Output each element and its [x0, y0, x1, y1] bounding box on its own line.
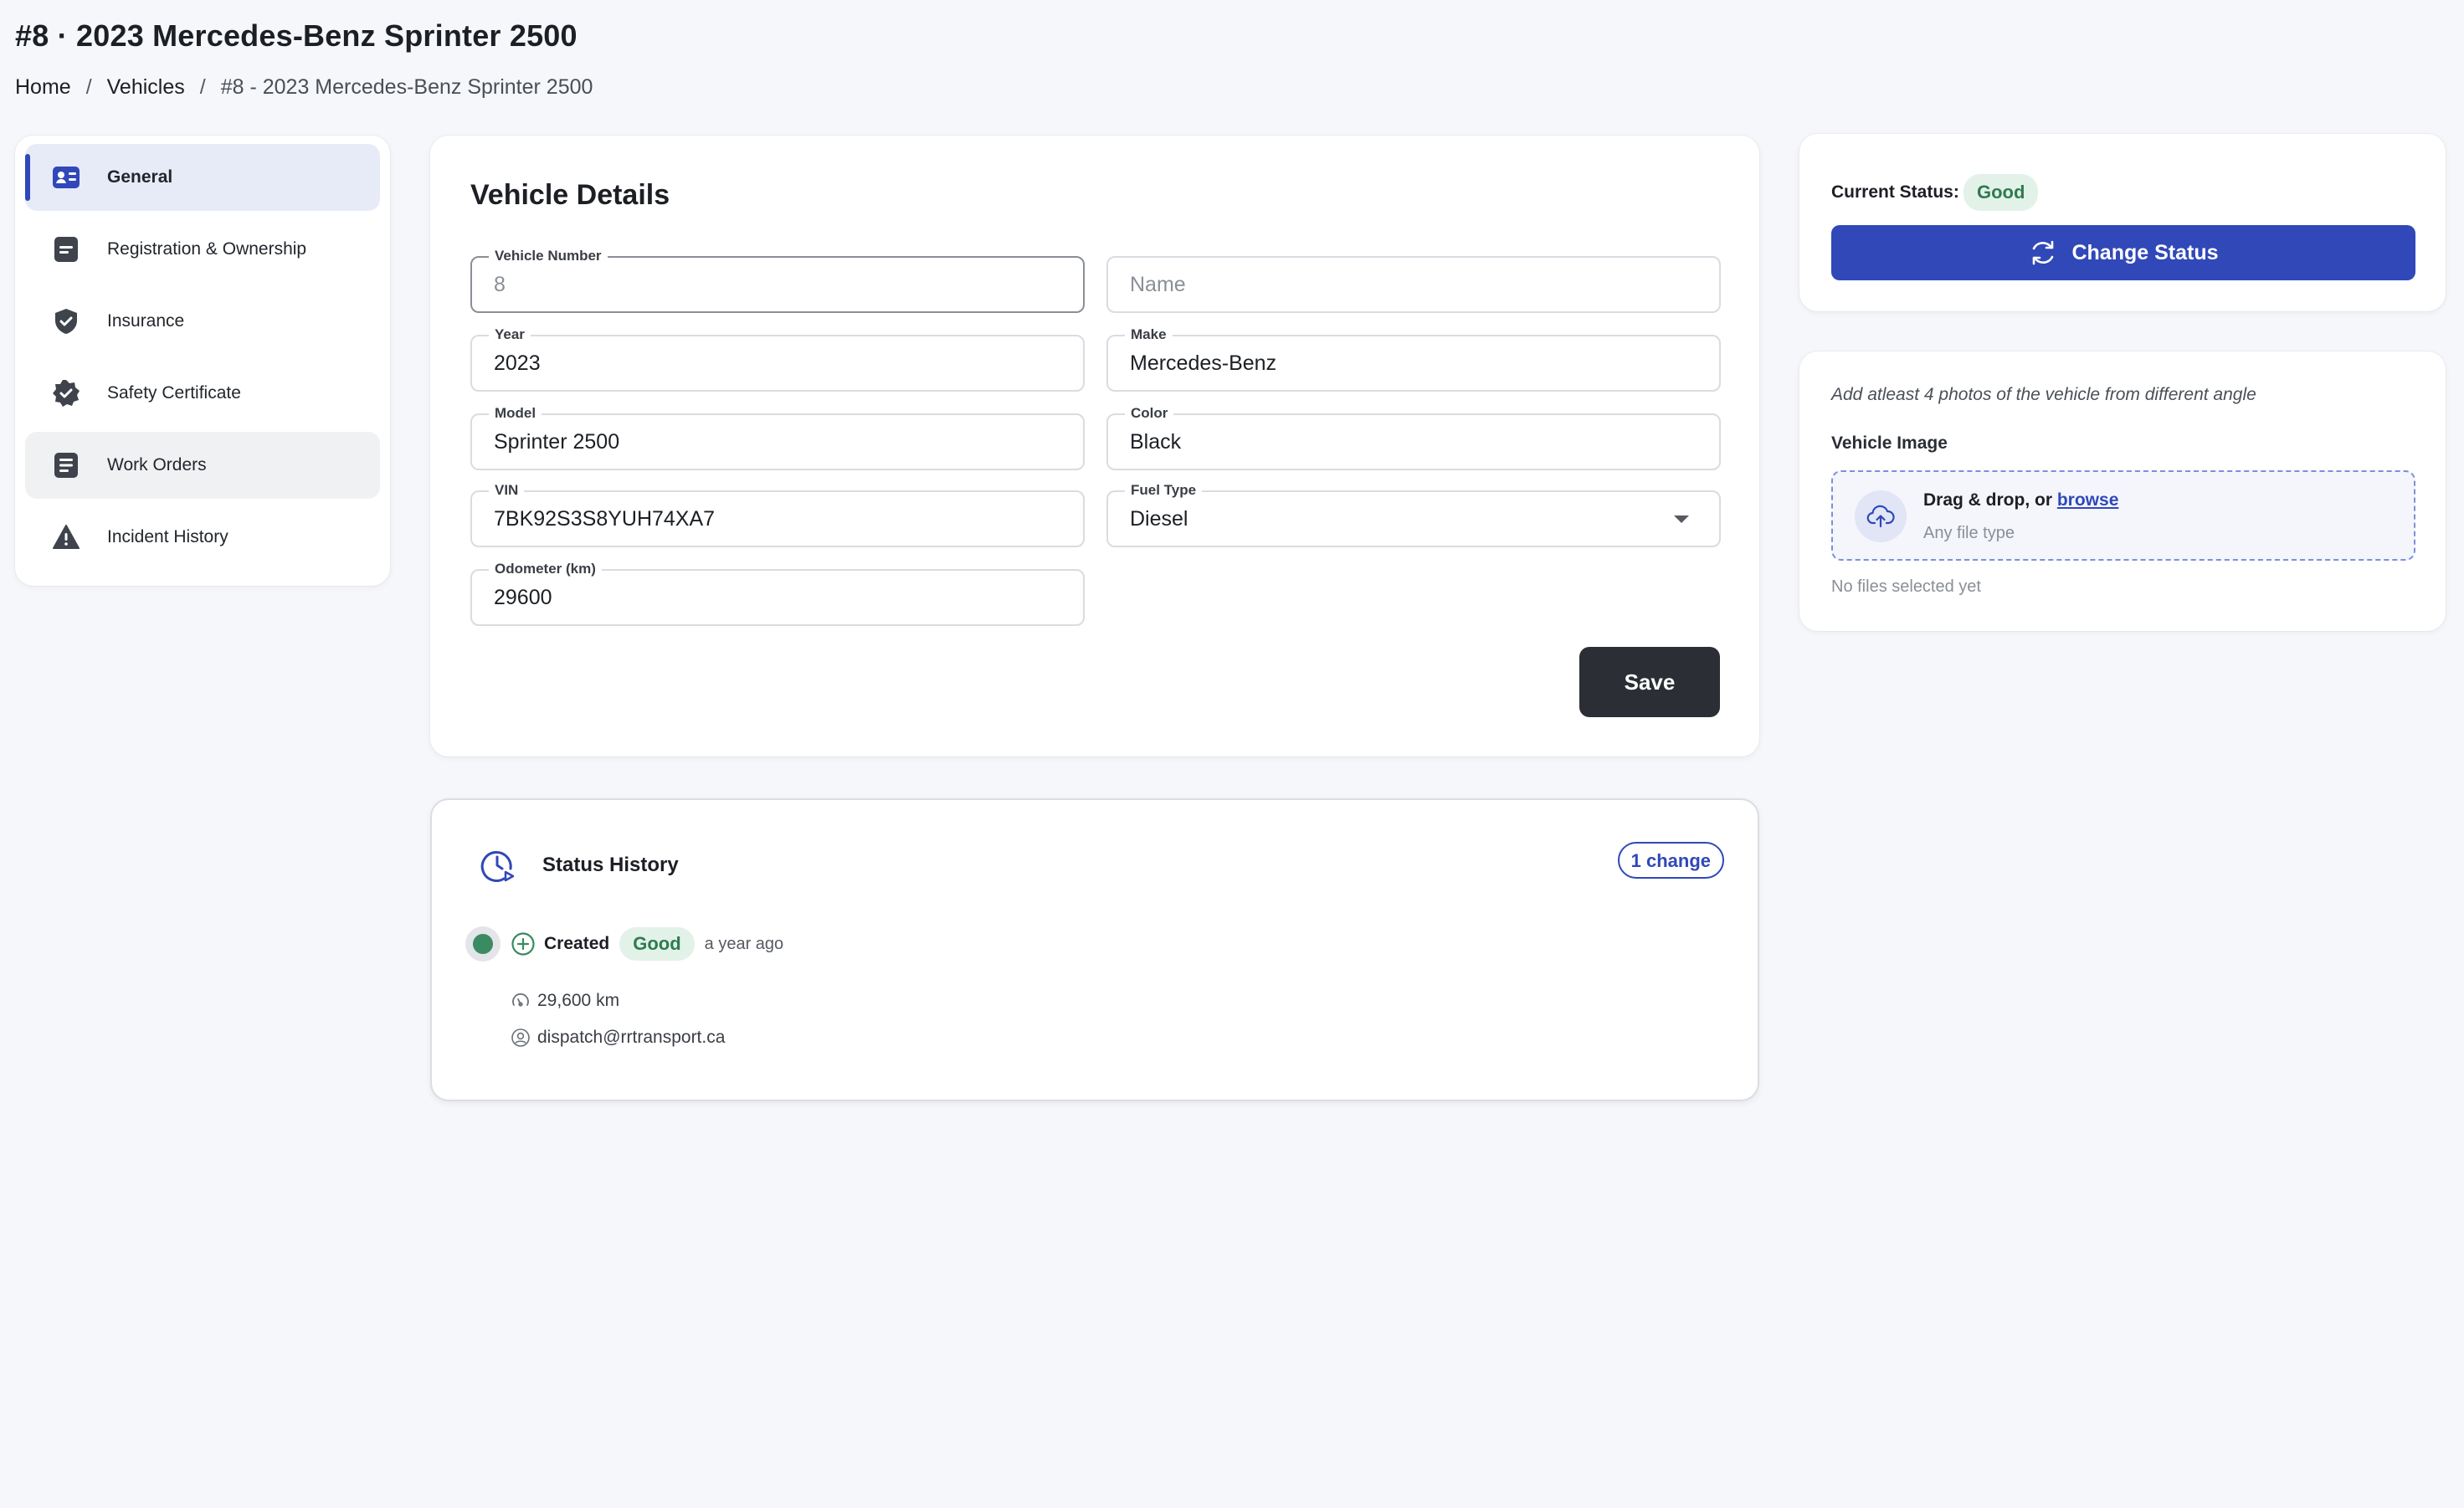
vehicle-number-field[interactable]: Vehicle Number 8 — [470, 247, 1085, 313]
field-value: Mercedes-Benz — [1130, 351, 1277, 375]
sidebar: General Registration & Ownership Insuran… — [15, 136, 390, 586]
file-type-hint: Any file type — [1923, 524, 2015, 542]
current-status-label: Current Status: — [1831, 182, 1959, 202]
field-value: Black — [1130, 430, 1182, 454]
status-badge: Good — [1964, 174, 2039, 211]
image-hint: Add atleast 4 photos of the vehicle from… — [1831, 385, 2256, 404]
page-title: #8 · 2023 Mercedes-Benz Sprinter 2500 — [15, 18, 578, 53]
sidebar-item-label: Incident History — [107, 527, 228, 546]
field-placeholder: 8 — [494, 273, 506, 296]
current-status-card: Current Status: Good Change Status — [1799, 134, 2446, 311]
dropzone-prompt: Drag & drop, or — [1923, 490, 2053, 510]
field-value: Diesel — [1130, 507, 1188, 531]
warning-icon — [52, 523, 80, 551]
sidebar-item-label: Work Orders — [107, 455, 207, 474]
color-field[interactable]: Color Black — [1106, 404, 1721, 470]
no-files-text: No files selected yet — [1831, 577, 1981, 596]
id-card-icon — [52, 163, 80, 192]
model-field[interactable]: Model Sprinter 2500 — [470, 404, 1085, 470]
chevron-down-icon — [1674, 515, 1689, 523]
change-status-label: Change Status — [2071, 240, 2219, 264]
history-time: a year ago — [704, 934, 784, 953]
breadcrumb-separator: / — [85, 75, 92, 99]
browse-link[interactable]: browse — [2057, 490, 2119, 510]
sidebar-item-incident-history[interactable]: Incident History — [25, 504, 380, 571]
breadcrumb-vehicles[interactable]: Vehicles — [107, 75, 185, 100]
sidebar-item-label: Insurance — [107, 311, 185, 331]
sidebar-item-work-orders[interactable]: Work Orders — [25, 432, 380, 499]
sidebar-item-safety-certificate[interactable]: Safety Certificate — [25, 360, 380, 427]
history-odometer: 29,600 km — [511, 991, 619, 1011]
image-dropzone[interactable]: Drag & drop, or browse Any file type — [1831, 470, 2415, 561]
shield-check-icon — [52, 307, 80, 336]
breadcrumb-current: #8 - 2023 Mercedes-Benz Sprinter 2500 — [220, 75, 593, 99]
vehicle-image-card: Add atleast 4 photos of the vehicle from… — [1799, 351, 2446, 631]
history-user: dispatch@rrtransport.ca — [511, 1028, 725, 1048]
history-entry: Created Good a year ago — [465, 926, 783, 962]
breadcrumb-separator: / — [199, 75, 206, 99]
year-field[interactable]: Year 2023 — [470, 326, 1085, 392]
vehicle-details-card: Vehicle Details Vehicle Number 8 Name Ye… — [430, 136, 1759, 757]
cloud-upload-icon — [1855, 490, 1907, 542]
field-value: 2023 — [494, 351, 541, 375]
breadcrumb: Home / Vehicles / #8 - 2023 Mercedes-Ben… — [15, 75, 593, 100]
plus-circle-icon — [511, 931, 536, 957]
vin-field[interactable]: VIN 7BK92S3S8YUH74XA7 — [470, 481, 1085, 547]
sidebar-item-registration[interactable]: Registration & Ownership — [25, 216, 380, 283]
make-field[interactable]: Make Mercedes-Benz — [1106, 326, 1721, 392]
vehicle-details-title: Vehicle Details — [470, 179, 670, 211]
verified-badge-icon — [52, 379, 80, 408]
change-count-badge: 1 change — [1617, 842, 1724, 879]
sidebar-item-label: Registration & Ownership — [107, 239, 307, 259]
sidebar-item-label: General — [107, 167, 173, 187]
odometer-field[interactable]: Odometer (km) 29600 — [470, 560, 1085, 626]
list-document-icon — [52, 451, 80, 480]
history-odometer-value: 29,600 km — [537, 991, 620, 1010]
gauge-icon — [511, 991, 531, 1011]
field-value: Sprinter 2500 — [494, 430, 620, 454]
change-status-button[interactable]: Change Status — [1831, 225, 2415, 280]
field-value: 7BK92S3S8YUH74XA7 — [494, 507, 716, 531]
status-badge: Good — [619, 927, 695, 961]
sidebar-item-label: Safety Certificate — [107, 383, 241, 403]
fuel-type-select[interactable]: Fuel Type Diesel — [1106, 481, 1721, 547]
document-icon — [52, 235, 80, 264]
sidebar-item-insurance[interactable]: Insurance — [25, 288, 380, 355]
sidebar-item-general[interactable]: General — [25, 144, 380, 211]
field-label: Vehicle Number — [489, 247, 608, 265]
save-button[interactable]: Save — [1579, 647, 1720, 717]
breadcrumb-home[interactable]: Home — [15, 75, 71, 100]
user-circle-icon — [511, 1028, 531, 1048]
refresh-icon — [2028, 238, 2058, 268]
clock-history-icon — [479, 847, 516, 888]
name-field[interactable]: Name — [1106, 256, 1721, 313]
field-placeholder: Name — [1130, 273, 1186, 296]
status-dot — [465, 926, 501, 962]
vehicle-image-label: Vehicle Image — [1831, 433, 1948, 453]
status-history-card: Status History 1 change Created Good a y… — [430, 798, 1759, 1101]
dropzone-text: Drag & drop, or browse — [1923, 490, 2118, 510]
field-value: 29600 — [494, 586, 552, 609]
status-history-title: Status History — [542, 854, 679, 876]
history-action: Created — [544, 934, 610, 953]
history-user-value: dispatch@rrtransport.ca — [537, 1028, 726, 1047]
